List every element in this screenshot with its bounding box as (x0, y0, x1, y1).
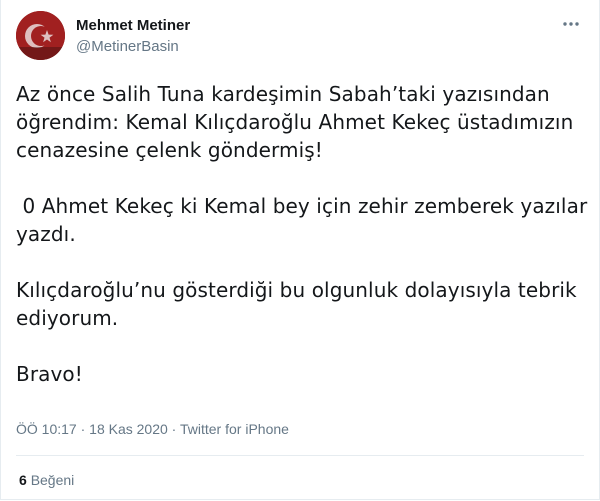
tweet-source-link[interactable]: Twitter for iPhone (180, 421, 289, 437)
avatar-flag-icon (16, 11, 65, 60)
tweet-text: Az önce Salih Tuna kardeşimin Sabah’taki… (16, 80, 591, 388)
likes-count: 6 (19, 472, 27, 488)
more-horizontal-icon (563, 22, 579, 26)
tweet-paragraph: Kılıçdaroğlu’nu gösterdiği bu olgunluk d… (16, 278, 584, 330)
author-name[interactable]: Mehmet Metiner (76, 17, 190, 34)
tweet-paragraph: Az önce Salih Tuna kardeşimin Sabah’taki… (16, 82, 580, 162)
more-options-button[interactable] (561, 14, 581, 34)
separator: · (167, 421, 180, 437)
author-handle[interactable]: @MetinerBasin (76, 38, 179, 55)
likes-link[interactable]: 6 Beğeni (19, 472, 74, 488)
tweet-time-link[interactable]: ÖÖ 10:17 (16, 421, 77, 437)
tweet-paragraph: 0 Ahmet Kekeç ki Kemal bey için zehir ze… (16, 194, 594, 246)
tweet-card: Mehmet Metiner @MetinerBasin Az önce Sal… (0, 0, 600, 500)
tweet-date-link[interactable]: 18 Kas 2020 (89, 421, 168, 437)
separator: · (76, 421, 90, 437)
avatar[interactable] (16, 11, 65, 60)
tweet-metadata: ÖÖ 10:17 · 18 Kas 2020 · Twitter for iPh… (16, 421, 289, 437)
tweet-paragraph: Bravo! (16, 362, 83, 386)
divider (16, 455, 584, 456)
likes-label: Beğeni (30, 472, 75, 488)
